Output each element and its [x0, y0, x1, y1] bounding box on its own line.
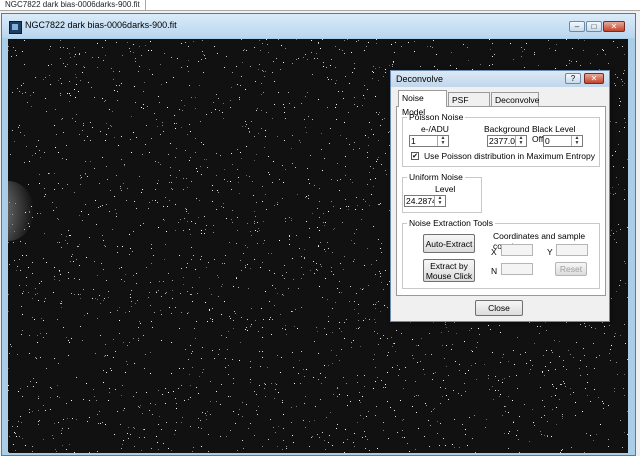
x-label: X	[491, 247, 497, 257]
help-button[interactable]: ?	[565, 73, 581, 84]
tab-deconvolve[interactable]: Deconvolve	[491, 92, 539, 106]
black-level-arrows[interactable]: ▲ ▼	[571, 136, 582, 146]
image-window-title: NGC7822 dark bias-0006darks-900.fit	[25, 20, 177, 30]
dialog-titlebar[interactable]: Deconvolve ? ✕	[391, 71, 609, 87]
spin-down-icon[interactable]: ▼	[435, 201, 445, 206]
x-coordinate-field[interactable]	[501, 244, 533, 256]
noise-extraction-group: Noise Extraction Tools Auto-Extract Extr…	[402, 218, 600, 289]
spin-down-icon[interactable]: ▼	[572, 141, 582, 146]
background-spinner[interactable]: ▲▼	[487, 135, 527, 147]
document-tab[interactable]: NGC7822 dark bias-0006darks-900.fit	[0, 0, 146, 10]
n-label: N	[491, 266, 498, 276]
y-coordinate-field[interactable]	[556, 244, 588, 256]
eadu-label: e-/ADU	[421, 124, 449, 134]
noise-extraction-title: Noise Extraction Tools	[407, 218, 495, 228]
tab-noise-model[interactable]: Noise Model	[398, 90, 447, 117]
sample-count-field[interactable]	[501, 263, 533, 275]
spin-down-icon[interactable]: ▼	[438, 141, 448, 146]
close-window-button[interactable]: ✕	[603, 21, 625, 32]
spin-down-icon[interactable]: ▼	[516, 141, 526, 146]
level-input[interactable]	[406, 196, 434, 206]
eadu-input[interactable]	[411, 136, 437, 146]
reset-button[interactable]: Reset	[555, 262, 587, 276]
poisson-noise-group: Poisson Noise e-/ADU Background Black Le…	[402, 112, 600, 167]
uniform-noise-title: Uniform Noise	[407, 172, 465, 182]
image-window-titlebar[interactable]: NGC7822 dark bias-0006darks-900.fit – □ …	[2, 14, 635, 38]
extract-by-mouse-click-button[interactable]: Extract by Mouse Click	[423, 259, 475, 282]
dialog-close-icon[interactable]: ✕	[584, 73, 604, 84]
app-icon	[9, 21, 22, 34]
background-label: Background	[484, 124, 530, 134]
auto-extract-button[interactable]: Auto-Extract	[423, 234, 475, 253]
uniform-noise-group: Uniform Noise Level ▲▼	[402, 172, 482, 213]
eadu-arrows[interactable]: ▲ ▼	[437, 136, 448, 146]
use-poisson-checkbox[interactable]: ✔	[411, 152, 419, 160]
eadu-spinner[interactable]: ▲▼	[409, 135, 449, 147]
use-poisson-label: Use Poisson distribution in Maximum Entr…	[424, 151, 596, 161]
background-input[interactable]	[489, 136, 515, 146]
background-arrows[interactable]: ▲ ▼	[515, 136, 526, 146]
document-tab-strip: NGC7822 dark bias-0006darks-900.fit	[0, 0, 640, 11]
noise-model-panel: Poisson Noise e-/ADU Background Black Le…	[396, 106, 606, 296]
close-button[interactable]: Close	[475, 300, 523, 316]
deconvolve-dialog: Deconvolve ? ✕ Noise Model PSF Model Dec…	[390, 70, 610, 322]
extract-mouse-line2: Mouse Click	[425, 270, 473, 281]
black-level-input[interactable]	[545, 136, 571, 146]
extract-mouse-line1: Extract by	[430, 260, 468, 271]
tab-psf-model[interactable]: PSF Model	[448, 92, 490, 119]
level-spinner[interactable]: ▲▼	[404, 195, 446, 207]
minimize-button[interactable]: –	[569, 21, 585, 32]
black-level-spinner[interactable]: ▲▼	[543, 135, 583, 147]
y-label: Y	[547, 247, 553, 257]
maximize-button[interactable]: □	[586, 21, 602, 32]
level-arrows[interactable]: ▲ ▼	[434, 196, 445, 206]
level-label: Level	[435, 184, 456, 194]
dialog-title: Deconvolve	[396, 74, 444, 84]
